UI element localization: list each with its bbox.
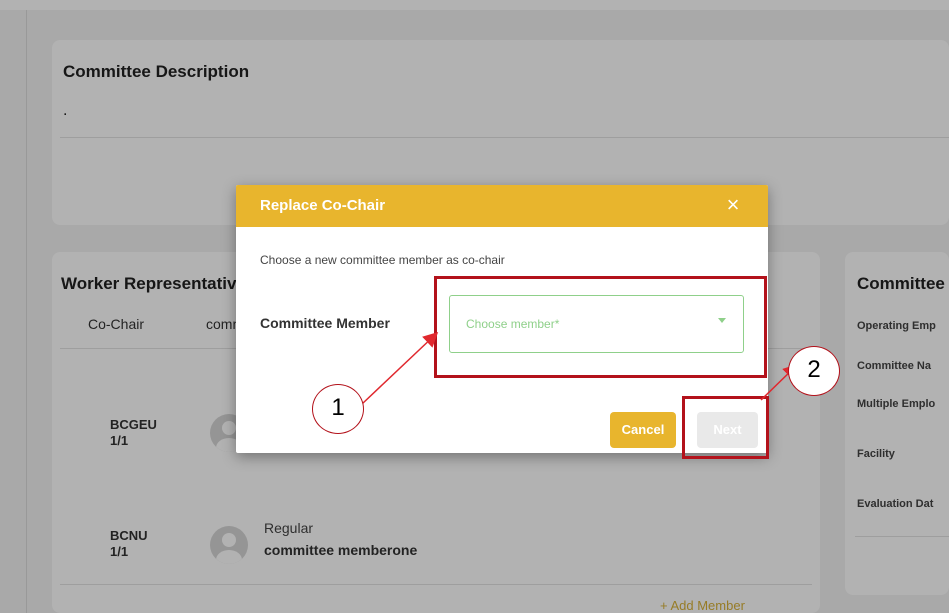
dialog-instructions: Choose a new committee member as co-chai…: [260, 253, 505, 267]
committee-member-label: Committee Member: [260, 315, 390, 331]
annotation-box-2: [682, 396, 769, 459]
annotation-box-1: [434, 276, 767, 378]
dialog-title: Replace Co-Chair: [260, 197, 386, 214]
annotation-marker-1: 1: [312, 384, 364, 434]
close-icon[interactable]: ×: [722, 194, 744, 216]
annotation-marker-2: 2: [788, 346, 840, 396]
cancel-button[interactable]: Cancel: [610, 412, 676, 448]
dialog-header: Replace Co-Chair ×: [236, 185, 768, 227]
